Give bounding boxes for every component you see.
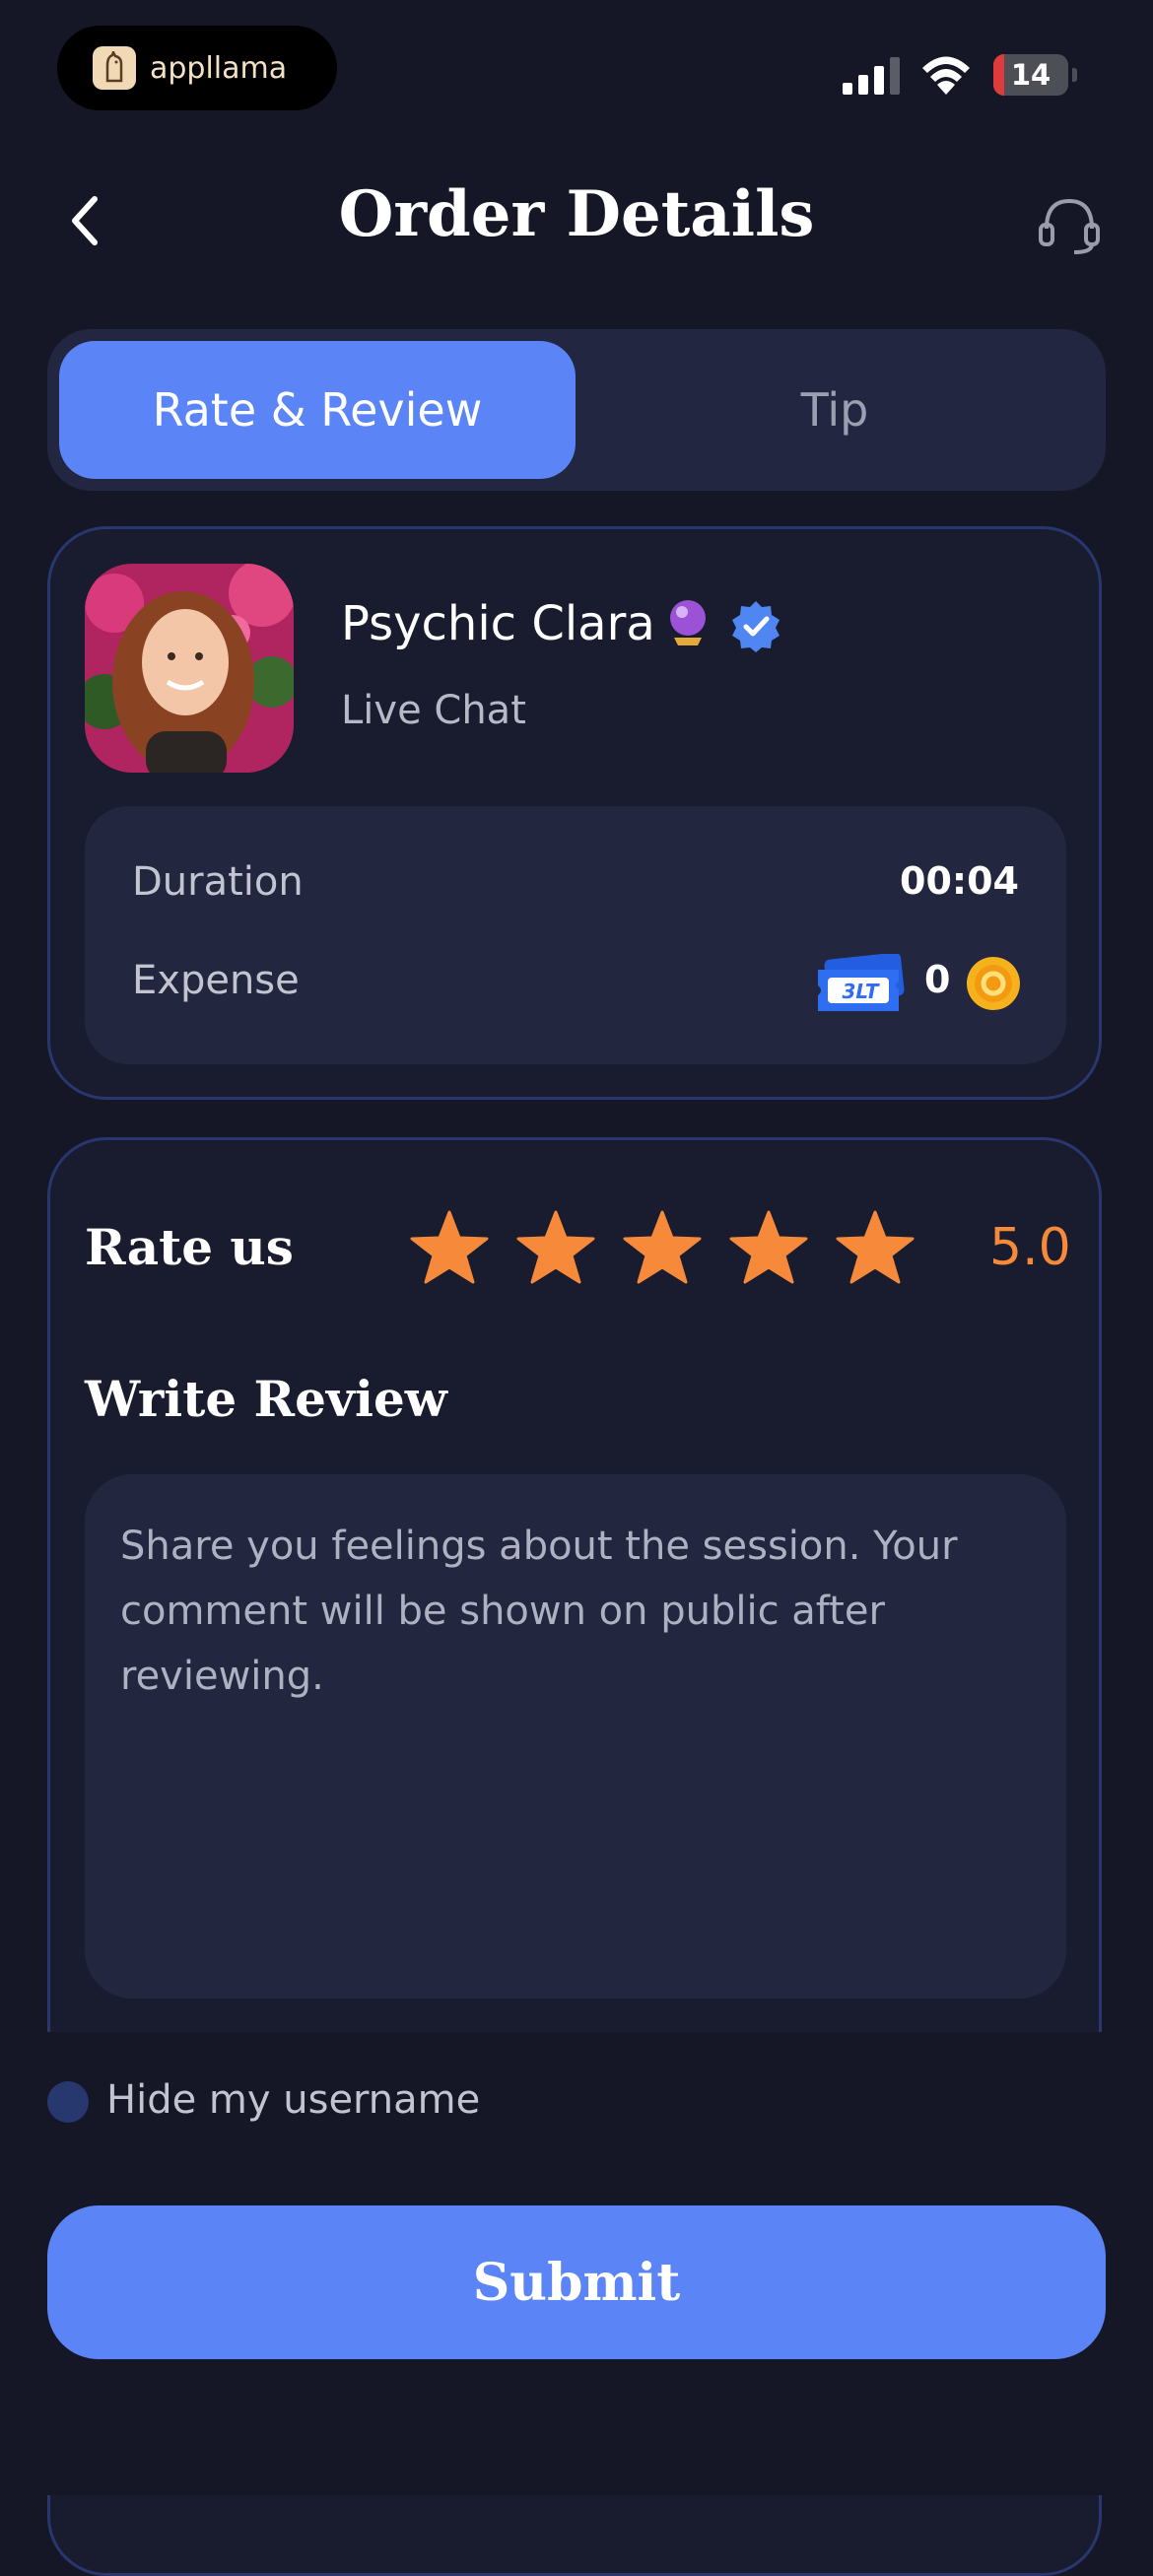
ticket-label: 3LT [842, 980, 879, 1003]
service-type: Live Chat [341, 688, 526, 733]
star-3-icon[interactable] [623, 1210, 702, 1285]
tab-rate-review[interactable]: Rate & Review [59, 341, 576, 479]
expense-value: 0 [924, 958, 951, 1001]
wifi-icon [922, 56, 970, 95]
duration-value: 00:04 [900, 859, 1019, 903]
app-pill-name: appllama [150, 50, 288, 86]
page-title: Order Details [338, 177, 815, 251]
submit-button[interactable]: Submit [47, 2205, 1106, 2359]
write-review-label: Write Review [85, 1370, 447, 1428]
appllama-logo-icon [93, 46, 136, 90]
review-textarea[interactable] [85, 1474, 1066, 1999]
hide-username-checkbox[interactable] [47, 2081, 89, 2123]
hide-username-label: Hide my username [106, 2077, 481, 2123]
ticket-icon: 3LT [816, 952, 907, 1015]
battery-icon: 14 [993, 54, 1068, 96]
expense-label: Expense [132, 958, 300, 1003]
battery-level: 14 [1010, 58, 1051, 92]
battery-cap [1072, 68, 1077, 82]
star-4-icon[interactable] [729, 1210, 808, 1285]
rating-score: 5.0 [989, 1218, 1071, 1277]
rate-us-label: Rate us [85, 1218, 294, 1276]
star-5-icon[interactable] [836, 1210, 915, 1285]
duration-label: Duration [132, 859, 304, 905]
app-pill: appllama [57, 26, 337, 110]
signal-icon [843, 57, 900, 95]
advisor-name: Psychic Clara [341, 596, 655, 651]
verified-badge-icon [732, 601, 780, 652]
crystal-ball-icon [670, 600, 706, 645]
headset-support-icon[interactable] [1037, 193, 1102, 258]
order-stats [85, 806, 1066, 1064]
star-1-icon[interactable] [410, 1210, 489, 1285]
coin-icon [967, 957, 1020, 1010]
advisor-avatar [85, 564, 294, 773]
star-2-icon[interactable] [516, 1210, 595, 1285]
tab-tip[interactable]: Tip [576, 341, 1094, 479]
